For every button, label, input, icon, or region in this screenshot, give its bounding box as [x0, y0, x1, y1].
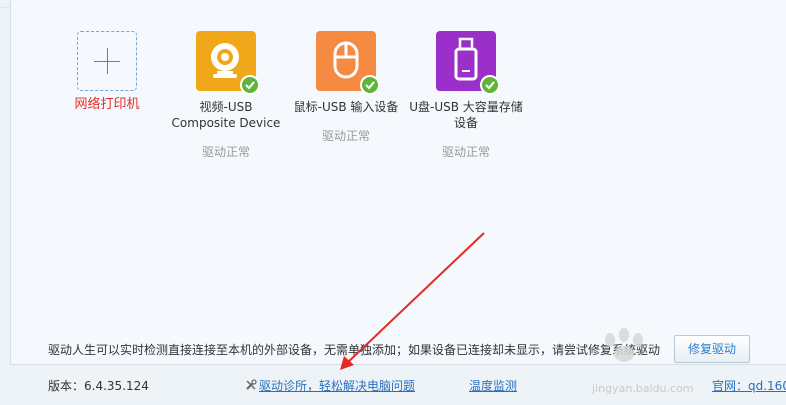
webcam-icon: [196, 31, 260, 95]
device-label: 网络打印机: [74, 97, 140, 112]
tools-icon: [245, 379, 257, 391]
diagnose-link-text[interactable]: 驱动诊所，轻松解决电脑问题: [259, 379, 415, 393]
info-text: 驱动人生可以实时检测直接连接至本机的外部设备，无需单独添加；如果设备已连接却未显…: [48, 343, 661, 357]
device-status: 驱动正常: [201, 145, 250, 159]
device-label: U盘-USB 大容量存储设备: [409, 100, 523, 130]
mouse-icon: [316, 31, 380, 95]
device-label: 视频-USB Composite Device: [171, 100, 281, 130]
usb-drive-icon: [436, 31, 500, 95]
device-mouse[interactable]: 鼠标-USB 输入设备 驱动正常: [286, 31, 406, 144]
diagnose-link[interactable]: 驱动诊所，轻松解决电脑问题: [245, 377, 415, 394]
version-label: 版本：6.4.35.124: [48, 379, 149, 393]
add-device-tile[interactable]: [77, 31, 137, 91]
device-status: 驱动正常: [441, 145, 490, 159]
official-site-link[interactable]: 官网：qd.160: [712, 377, 786, 394]
check-icon: [240, 75, 260, 95]
check-icon: [360, 75, 380, 95]
check-icon: [480, 75, 500, 95]
device-status: 驱动正常: [321, 129, 370, 143]
device-usb-drive[interactable]: U盘-USB 大容量存储设备 驱动正常: [406, 31, 526, 160]
footer-divider: [10, 364, 786, 365]
temperature-link[interactable]: 温度监测: [469, 377, 517, 394]
device-label: 鼠标-USB 输入设备: [293, 100, 399, 114]
plus-icon-vertical: [107, 48, 108, 74]
repair-driver-button[interactable]: 修复驱动: [674, 335, 750, 363]
watermark-text: jingyan.baidu.com: [592, 382, 694, 395]
device-webcam[interactable]: 视频-USB Composite Device 驱动正常: [166, 31, 286, 160]
device-network-printer[interactable]: 网络打印机: [47, 31, 167, 113]
